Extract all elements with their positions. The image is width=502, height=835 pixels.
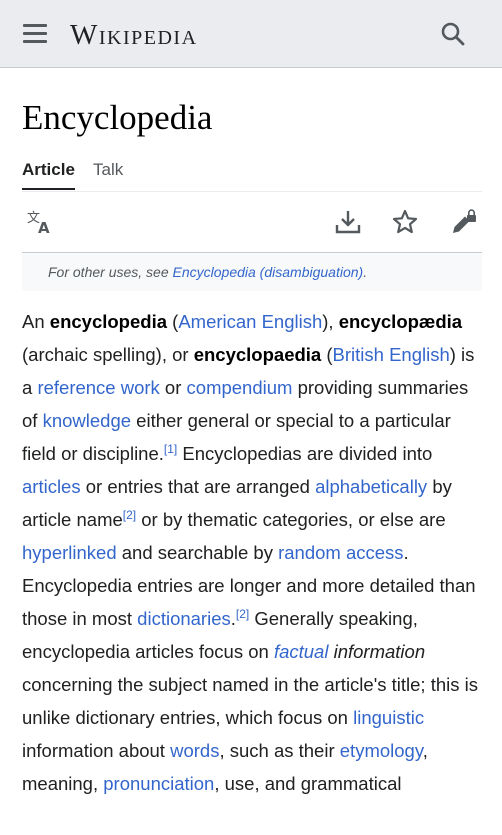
download-icon[interactable]: [334, 208, 362, 236]
tab-talk[interactable]: Talk: [93, 158, 123, 182]
text: Encyclopedias are divided into: [177, 443, 433, 464]
text: , such as their: [219, 740, 340, 761]
link-words[interactable]: words: [170, 740, 219, 761]
link-hyperlinked[interactable]: hyperlinked: [22, 542, 117, 563]
citation-link[interactable]: [2]: [123, 508, 136, 522]
language-icon[interactable]: 文 A: [26, 208, 54, 237]
bold-term: encyclopaedia: [193, 344, 322, 365]
bold-term: encyclopædia: [338, 311, 463, 332]
link-articles[interactable]: articles: [22, 476, 81, 497]
hatnote: For other uses, see Encyclopedia (disamb…: [22, 253, 482, 291]
link-reference-work[interactable]: reference work: [37, 377, 159, 398]
text: and searchable by: [116, 542, 279, 563]
text-italic: information: [328, 641, 426, 662]
wikipedia-logo[interactable]: Wikipedia: [70, 17, 198, 53]
link-pronunciation[interactable]: pronunciation: [103, 773, 214, 794]
text: information about: [22, 740, 171, 761]
svg-text:A: A: [38, 219, 50, 236]
text: , use, and grammatical: [214, 773, 402, 794]
hatnote-prefix: For other uses, see: [48, 264, 173, 280]
page-title: Encyclopedia: [22, 98, 213, 137]
text: (: [167, 311, 179, 332]
page-tabs: Article Talk: [22, 158, 482, 192]
text: or entries that are arranged: [80, 476, 316, 497]
link-compendium[interactable]: compendium: [187, 377, 293, 398]
link-factual[interactable]: factual: [274, 641, 329, 662]
search-icon[interactable]: [440, 21, 466, 47]
page-actions-bar: 文 A: [22, 192, 482, 253]
link-alphabetically[interactable]: alphabetically: [315, 476, 427, 497]
text: or by thematic categories, or else are: [136, 509, 446, 530]
hatnote-suffix: .: [363, 264, 368, 280]
text: (archaic spelling), or: [22, 344, 194, 365]
star-icon[interactable]: [391, 208, 419, 236]
text: ),: [322, 311, 339, 332]
link-dictionaries[interactable]: dictionaries: [137, 608, 231, 629]
link-british-english[interactable]: British English: [333, 344, 450, 365]
text: An: [22, 311, 50, 332]
hamburger-menu-icon[interactable]: [22, 22, 48, 46]
text: (: [321, 344, 333, 365]
link-linguistic[interactable]: linguistic: [353, 707, 424, 728]
link-knowledge[interactable]: knowledge: [43, 410, 131, 431]
hatnote-link-disambiguation[interactable]: Encyclopedia (disambiguation): [173, 264, 364, 280]
edit-lock-icon[interactable]: [450, 208, 478, 236]
link-random-access[interactable]: random access: [278, 542, 403, 563]
bold-term: encyclopedia: [49, 311, 167, 332]
top-header: Wikipedia: [0, 0, 502, 68]
text: or: [159, 377, 187, 398]
article-lead-paragraph: An encyclopedia (American English), ency…: [22, 305, 484, 800]
tab-article[interactable]: Article: [22, 158, 75, 190]
link-etymology[interactable]: etymology: [340, 740, 423, 761]
citation-link[interactable]: [2]: [236, 607, 249, 621]
link-american-english[interactable]: American English: [178, 311, 322, 332]
citation-link[interactable]: [1]: [164, 442, 177, 456]
